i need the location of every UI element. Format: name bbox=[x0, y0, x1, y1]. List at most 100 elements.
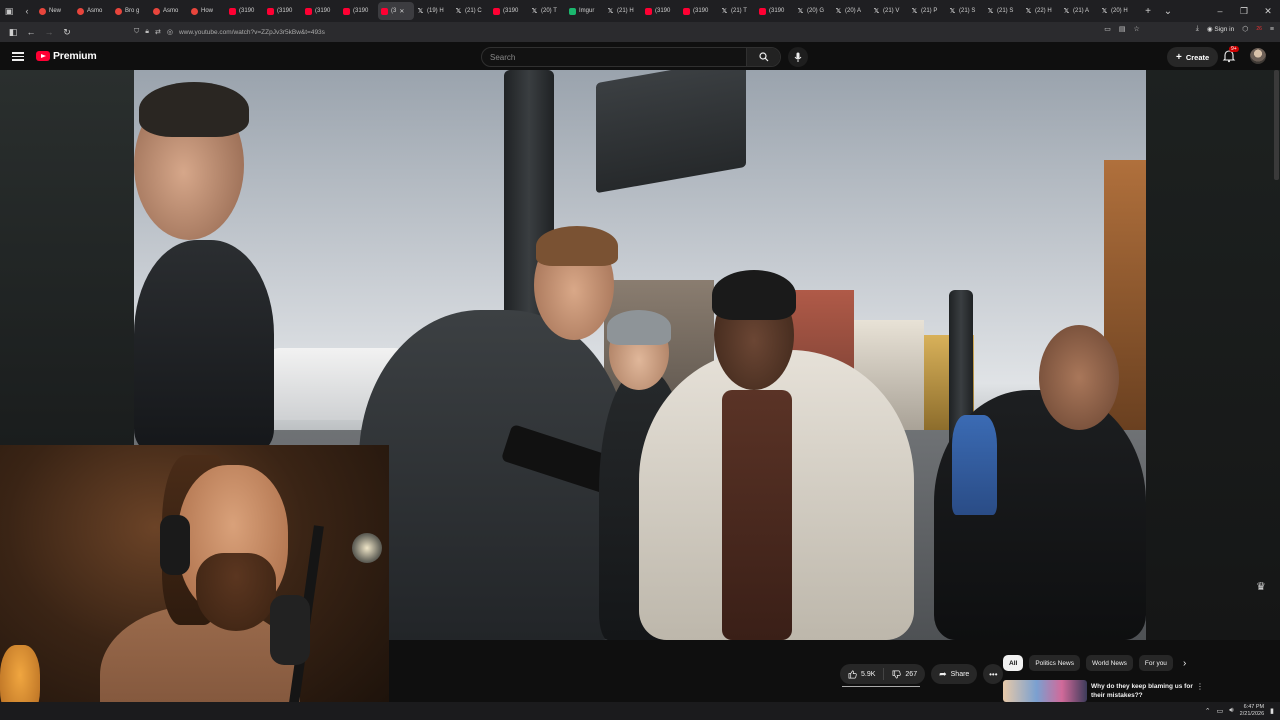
address-bar-row: ◧ ← → ↻ ⛉ 🔒︎ ⇄ ◎ www.youtube.com/watch?v… bbox=[0, 22, 1280, 42]
browser-tab[interactable]: (3190 bbox=[490, 2, 528, 20]
reload-icon[interactable]: ↻ bbox=[58, 27, 76, 38]
browser-tab[interactable]: Asmo bbox=[150, 2, 188, 20]
browser-tab[interactable]: (3190 bbox=[226, 2, 264, 20]
sign-in-button[interactable]: ◉ Sign in bbox=[1207, 25, 1234, 33]
tracking-icon[interactable]: ◎ bbox=[167, 28, 173, 36]
voice-search-button[interactable] bbox=[788, 47, 808, 67]
browser-tab[interactable]: 𝕏 (21) C bbox=[452, 2, 490, 20]
dislike-button[interactable]: 267 bbox=[884, 664, 925, 684]
bookmark-star-icon[interactable]: ☆ bbox=[1133, 25, 1139, 33]
chip-world-news[interactable]: World News bbox=[1085, 655, 1133, 671]
browser-tab[interactable]: (3190 bbox=[680, 2, 718, 20]
webcam-lamp bbox=[352, 533, 382, 563]
recommended-title[interactable]: Why do they keep blaming us for their mi… bbox=[1091, 682, 1201, 700]
menu-icon[interactable]: ≡ bbox=[1270, 26, 1274, 33]
share-button[interactable]: ➦ Share bbox=[931, 664, 978, 684]
tray-chevron-up-icon[interactable]: ⌃ bbox=[1205, 707, 1211, 715]
chip-for-you[interactable]: For you bbox=[1138, 655, 1173, 671]
browser-tab[interactable]: (3190 bbox=[340, 2, 378, 20]
youtube-logo[interactable]: Premium bbox=[36, 50, 97, 62]
browser-tab[interactable]: 𝕏 (20) G bbox=[794, 2, 832, 20]
x-icon: 𝕏 bbox=[1101, 7, 1108, 15]
close-tab-icon[interactable]: ✕ bbox=[399, 8, 404, 15]
browser-tab[interactable]: Asmo bbox=[74, 2, 112, 20]
crown-icon[interactable]: ♛ bbox=[1256, 580, 1270, 594]
notification-center-icon[interactable]: ▮ bbox=[1270, 707, 1274, 715]
browser-tab[interactable]: 𝕏 (21) H bbox=[604, 2, 642, 20]
search-input[interactable] bbox=[482, 48, 746, 66]
video-person bbox=[952, 415, 997, 515]
browser-tab[interactable]: 𝕏 (19) H bbox=[414, 2, 452, 20]
browser-tab[interactable]: 𝕏 (20) T bbox=[528, 2, 566, 20]
browser-tab[interactable]: 𝕏 (21) S bbox=[984, 2, 1022, 20]
browser-tab[interactable]: (3190 bbox=[756, 2, 794, 20]
x-icon: 𝕏 bbox=[721, 7, 728, 15]
more-actions-button[interactable]: ••• bbox=[983, 664, 1004, 684]
chrome-icon bbox=[39, 7, 46, 15]
browser-tab[interactable]: (3190 bbox=[642, 2, 680, 20]
browser-tab[interactable]: Imgur bbox=[566, 2, 604, 20]
network-icon[interactable]: ▭ bbox=[1217, 707, 1224, 715]
youtube-icon bbox=[493, 7, 500, 15]
browser-tab[interactable]: 𝕏 (21) T bbox=[718, 2, 756, 20]
back-icon[interactable]: ← bbox=[22, 27, 40, 37]
recommended-thumbnail[interactable] bbox=[1003, 680, 1087, 702]
close-window-icon[interactable]: ✕ bbox=[1256, 6, 1280, 17]
browser-tab[interactable]: How bbox=[188, 2, 226, 20]
tab-list: New Asmo Bro g Asmo How (3190 (3190 (3190 (3190 (… bbox=[36, 0, 1136, 22]
create-button[interactable]: + Create bbox=[1167, 47, 1219, 67]
brand-label: Premium bbox=[53, 50, 97, 62]
youtube-play-icon bbox=[36, 51, 50, 61]
sidebar-toggle-icon[interactable]: ◧ bbox=[4, 27, 22, 38]
video-person-head bbox=[139, 82, 249, 137]
minimize-icon[interactable]: – bbox=[1208, 6, 1232, 16]
extensions-icon[interactable]: ⬡ bbox=[1242, 25, 1248, 33]
browser-tab[interactable]: 𝕏 (21) V bbox=[870, 2, 908, 20]
shield-icon[interactable]: ⛉ bbox=[134, 28, 139, 36]
guide-menu-icon[interactable] bbox=[12, 50, 24, 62]
new-tab-icon[interactable]: + bbox=[1140, 6, 1156, 17]
browser-tab[interactable]: 𝕏 (21) S bbox=[946, 2, 984, 20]
page-scrollbar[interactable] bbox=[1274, 70, 1279, 180]
reader-mode-icon[interactable]: ▤ bbox=[1119, 25, 1126, 33]
browser-tab[interactable]: (3190 bbox=[264, 2, 302, 20]
restore-icon[interactable]: ❐ bbox=[1232, 6, 1256, 17]
microphone-icon bbox=[794, 52, 802, 62]
extension-badge[interactable]: 26 bbox=[1256, 26, 1262, 32]
browser-tab[interactable]: 𝕏 (22) H bbox=[1022, 2, 1060, 20]
search-button[interactable] bbox=[746, 48, 780, 66]
browser-tab[interactable]: New bbox=[36, 2, 74, 20]
forward-icon[interactable]: → bbox=[40, 27, 58, 37]
account-avatar[interactable] bbox=[1250, 48, 1266, 64]
plus-icon: + bbox=[1176, 51, 1182, 63]
browser-tab[interactable]: (3 ✕ bbox=[378, 2, 414, 20]
browser-tab-label: (21) C bbox=[465, 8, 482, 14]
recommendation-menu-icon[interactable]: ⋮ bbox=[1196, 682, 1204, 691]
video-person-head bbox=[1039, 325, 1119, 430]
lock-icon[interactable]: 🔒︎ bbox=[145, 28, 149, 36]
like-button[interactable]: 5.9K bbox=[840, 664, 883, 684]
browser-tab[interactable]: 𝕏 (20) H bbox=[1098, 2, 1136, 20]
browser-tab[interactable]: 𝕏 (21) A bbox=[1060, 2, 1098, 20]
recommended-video[interactable]: Why do they keep blaming us for their mi… bbox=[1003, 680, 1203, 702]
browser-tab[interactable]: Bro g bbox=[112, 2, 150, 20]
youtube-icon bbox=[229, 7, 236, 15]
chip-politics-news[interactable]: Politics News bbox=[1029, 655, 1080, 671]
browser-tab[interactable]: 𝕏 (21) P bbox=[908, 2, 946, 20]
chip-all[interactable]: All bbox=[1003, 655, 1024, 671]
picture-in-picture-icon[interactable]: ▭ bbox=[1104, 25, 1111, 33]
chevron-right-icon[interactable]: › bbox=[1183, 658, 1186, 669]
site-settings-icon[interactable]: ⇄ bbox=[155, 28, 161, 36]
downloads-icon[interactable]: ⤓ bbox=[1196, 25, 1199, 33]
create-label: Create bbox=[1185, 52, 1210, 62]
tab-scroll-left-icon[interactable]: ‹ bbox=[18, 2, 36, 20]
url-field[interactable]: ⛉ 🔒︎ ⇄ ◎ www.youtube.com/watch?v=ZZpJv3r… bbox=[134, 25, 1104, 39]
browser-tab-label: How bbox=[201, 8, 214, 14]
taskbar-clock[interactable]: 6:47 PM 2/21/2026 bbox=[1240, 704, 1264, 718]
tab-search-icon[interactable]: ⌄ bbox=[1160, 6, 1176, 17]
webcam-streamer-beard bbox=[196, 553, 276, 631]
browser-tab[interactable]: 𝕏 (20) A bbox=[832, 2, 870, 20]
volume-icon[interactable]: 🔊︎ bbox=[1229, 707, 1233, 715]
browser-tab[interactable]: (3190 bbox=[302, 2, 340, 20]
tab-actions-icon[interactable]: ▣ bbox=[0, 2, 18, 20]
